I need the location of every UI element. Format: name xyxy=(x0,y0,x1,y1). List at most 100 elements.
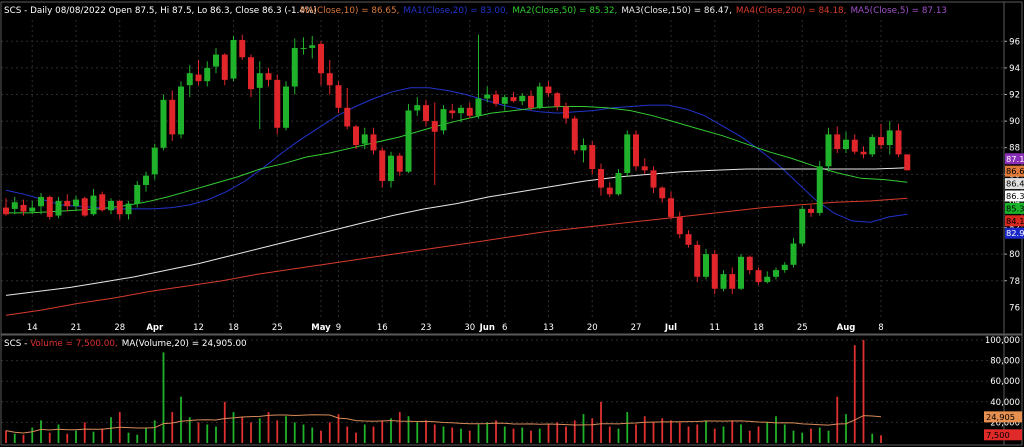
volume-bar[interactable] xyxy=(258,418,261,443)
volume-bar[interactable] xyxy=(110,417,112,443)
volume-bar[interactable] xyxy=(390,418,392,443)
candle-body[interactable] xyxy=(615,172,622,195)
candle-body[interactable] xyxy=(764,276,771,283)
candle-body[interactable] xyxy=(90,195,97,215)
volume-bar[interactable] xyxy=(285,416,287,443)
candle-body[interactable] xyxy=(274,79,281,128)
volume-bar[interactable] xyxy=(188,417,191,443)
volume-bar[interactable] xyxy=(853,345,856,443)
volume-bar[interactable] xyxy=(328,422,331,443)
candle-body[interactable] xyxy=(475,98,482,116)
volume-bar[interactable] xyxy=(398,412,401,443)
volume-bar[interactable] xyxy=(538,428,541,443)
volume-bar[interactable] xyxy=(757,426,760,443)
volume-bar[interactable] xyxy=(223,401,226,443)
volume-bar[interactable] xyxy=(311,427,314,443)
candle-body[interactable] xyxy=(396,155,403,172)
volume-bar[interactable] xyxy=(5,430,7,443)
volume-bar[interactable] xyxy=(468,430,471,443)
volume-bar[interactable] xyxy=(696,424,699,443)
candle-body[interactable] xyxy=(318,43,324,74)
candle-body[interactable] xyxy=(528,95,534,108)
volume-bar[interactable] xyxy=(871,433,874,443)
candle-body[interactable] xyxy=(676,216,683,235)
volume-bar[interactable] xyxy=(530,430,532,443)
volume-bar[interactable] xyxy=(162,352,165,443)
candle-body[interactable] xyxy=(641,166,648,171)
candle-body[interactable] xyxy=(501,97,508,104)
volume-bar[interactable] xyxy=(372,426,375,443)
volume-bar[interactable] xyxy=(416,422,419,443)
candle-body[interactable] xyxy=(73,199,79,207)
volume-bar[interactable] xyxy=(320,430,322,443)
candle-body[interactable] xyxy=(738,256,744,289)
volume-bar[interactable] xyxy=(775,416,777,443)
candle-body[interactable] xyxy=(116,200,123,215)
volume-bar[interactable] xyxy=(171,412,174,443)
candle-body[interactable] xyxy=(808,208,814,213)
candle-body[interactable] xyxy=(125,203,132,215)
candle-body[interactable] xyxy=(650,170,657,188)
candle-body[interactable] xyxy=(799,208,806,244)
volume-bar[interactable] xyxy=(136,434,139,443)
volume-bar[interactable] xyxy=(573,420,576,443)
candle-body[interactable] xyxy=(265,73,272,80)
candle-body[interactable] xyxy=(256,73,263,88)
candle-body[interactable] xyxy=(886,130,893,146)
candle-body[interactable] xyxy=(178,86,184,135)
volume-bar[interactable] xyxy=(617,428,620,443)
candle-body[interactable] xyxy=(668,198,674,217)
candle-body[interactable] xyxy=(659,187,666,199)
volume-bar[interactable] xyxy=(407,416,410,443)
candle-body[interactable] xyxy=(895,130,902,155)
candle-body[interactable] xyxy=(3,207,9,215)
volume-bar[interactable] xyxy=(783,424,786,443)
volume-bar[interactable] xyxy=(731,420,734,443)
candle-body[interactable] xyxy=(834,134,841,150)
volume-bar[interactable] xyxy=(792,430,795,443)
candle-body[interactable] xyxy=(309,45,316,48)
volume-bar[interactable] xyxy=(845,414,847,443)
candle-body[interactable] xyxy=(344,107,351,127)
candle-body[interactable] xyxy=(878,137,884,146)
candle-body[interactable] xyxy=(195,74,202,82)
volume-bar[interactable] xyxy=(521,427,524,443)
volume-bar[interactable] xyxy=(381,420,384,443)
volume-bar[interactable] xyxy=(512,428,515,443)
volume-bar[interactable] xyxy=(302,424,305,443)
volume-bar[interactable] xyxy=(503,426,506,443)
candle-body[interactable] xyxy=(134,184,141,204)
candle-body[interactable] xyxy=(143,175,149,185)
candle-body[interactable] xyxy=(563,106,569,119)
volume-bar[interactable] xyxy=(180,396,182,443)
candle-body[interactable] xyxy=(510,97,517,102)
candle-body[interactable] xyxy=(694,244,701,277)
volume-bar[interactable] xyxy=(346,426,349,443)
candle-body[interactable] xyxy=(633,134,639,167)
candle-body[interactable] xyxy=(536,86,543,108)
volume-bar[interactable] xyxy=(215,426,217,443)
candle-body[interactable] xyxy=(64,200,71,207)
volume-bar[interactable] xyxy=(363,424,366,443)
candle-body[interactable] xyxy=(589,145,596,169)
candle-body[interactable] xyxy=(370,134,377,151)
candle-body[interactable] xyxy=(46,196,53,217)
candle-body[interactable] xyxy=(221,54,228,80)
volume-bar[interactable] xyxy=(766,422,769,443)
candle-body[interactable] xyxy=(11,202,18,209)
candle-body[interactable] xyxy=(904,154,911,171)
volume-bar[interactable] xyxy=(880,435,882,443)
volume-bar[interactable] xyxy=(608,426,611,443)
volume-bar[interactable] xyxy=(836,396,839,443)
volume-bar[interactable] xyxy=(818,427,821,443)
candle-body[interactable] xyxy=(108,200,114,211)
volume-bar[interactable] xyxy=(705,420,707,443)
candle-body[interactable] xyxy=(755,270,762,283)
volume-bar[interactable] xyxy=(276,420,279,443)
volume-bar[interactable] xyxy=(92,431,95,443)
candle-body[interactable] xyxy=(685,234,692,245)
volume-bar[interactable] xyxy=(206,424,209,443)
candle-body[interactable] xyxy=(440,109,447,131)
candle-body[interactable] xyxy=(99,194,106,211)
candle-body[interactable] xyxy=(773,270,779,277)
